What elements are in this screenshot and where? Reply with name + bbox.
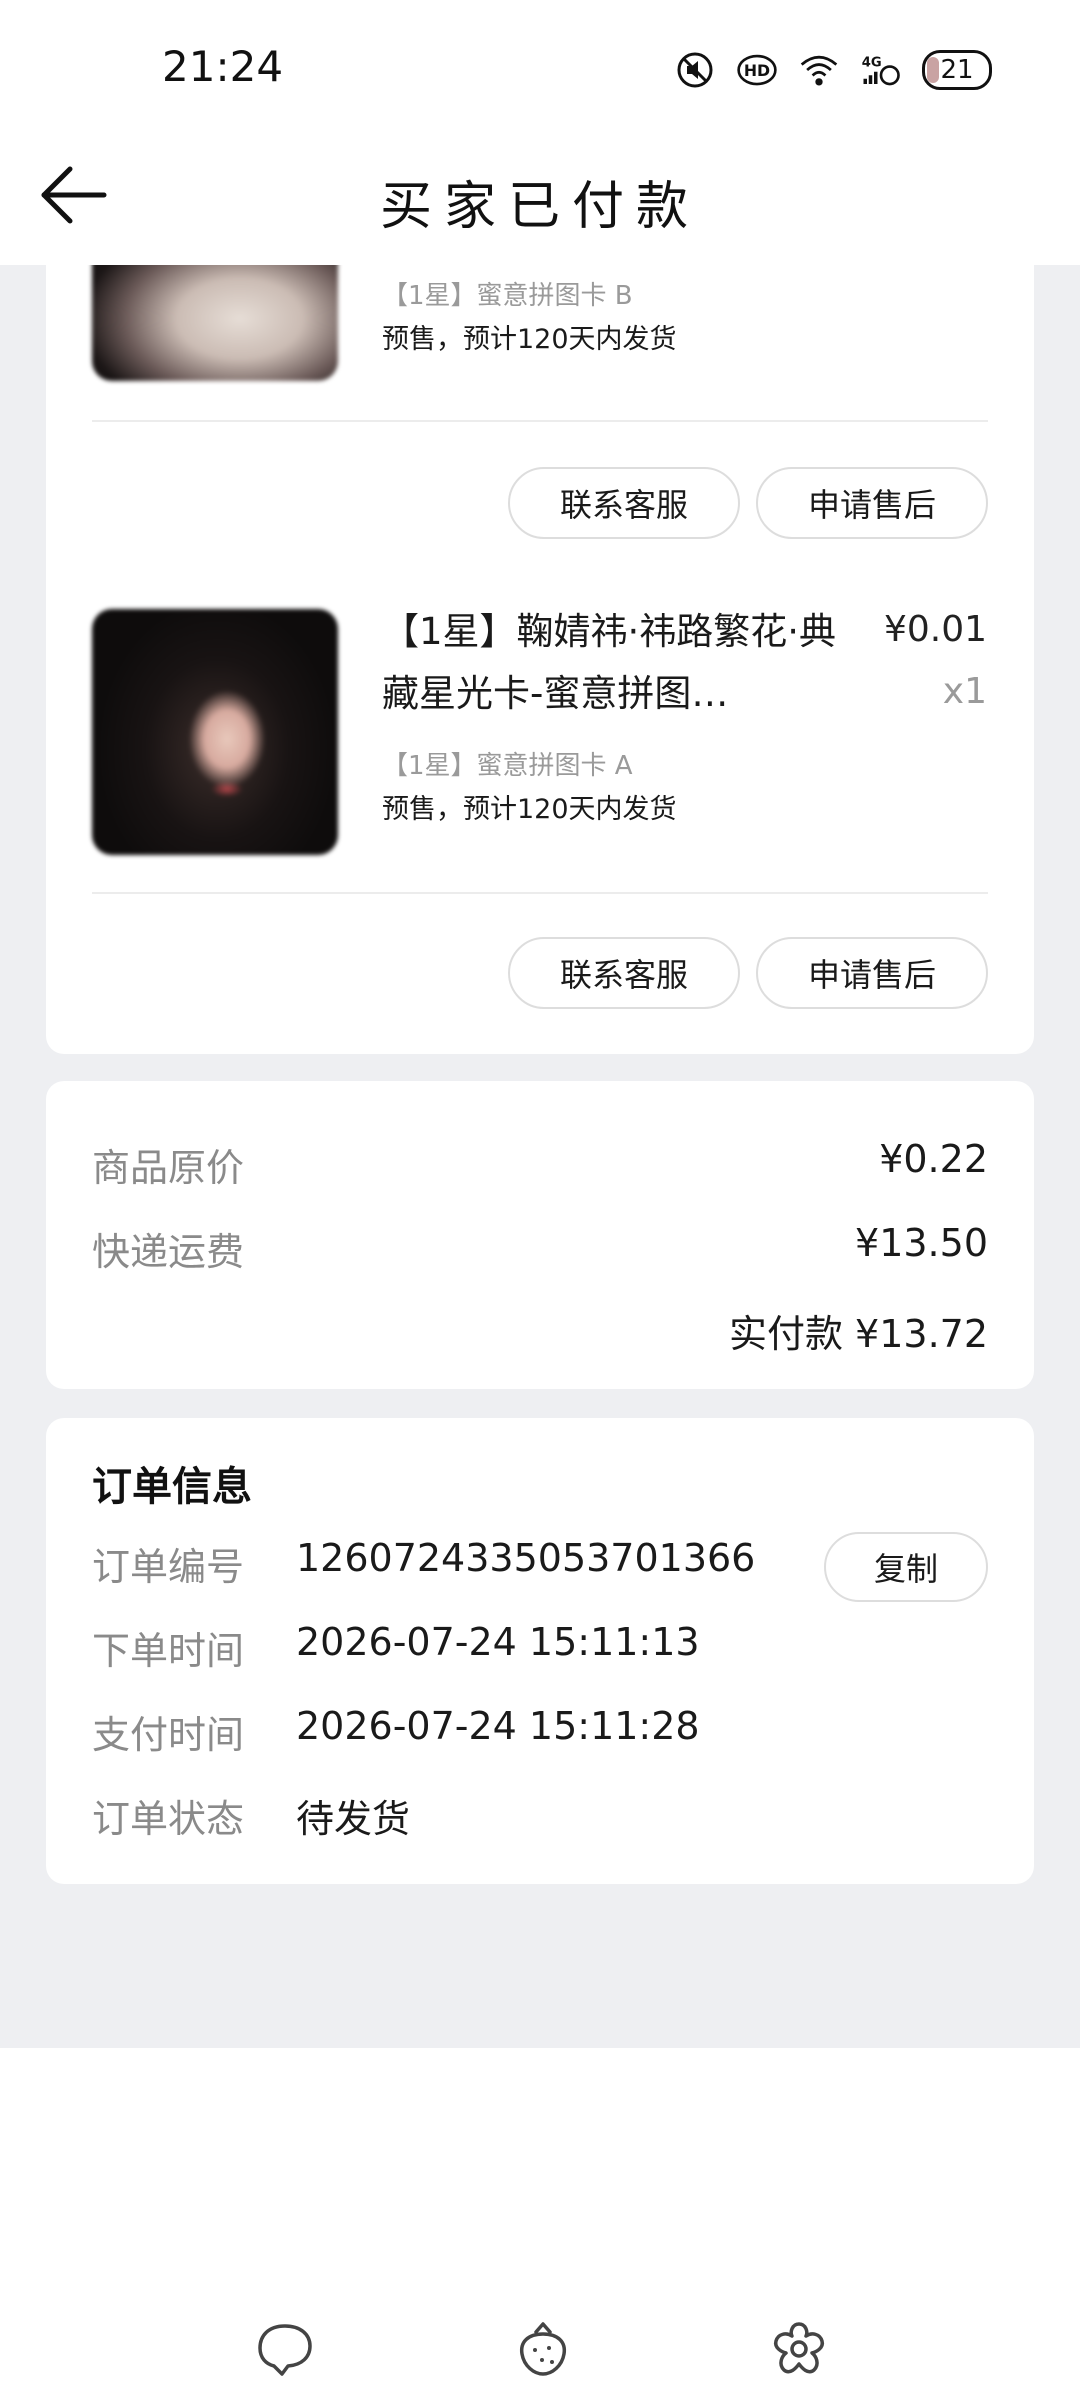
payment-time-label: 支付时间 [92,1713,245,1757]
product-title[interactable]: 【1星】鞠婧祎·祎路繁花·典藏星光卡-蜜意拼图… [382,601,842,725]
battery-indicator: 21 [922,50,992,90]
status-time: 21:24 [162,42,284,91]
product-thumbnail[interactable] [92,265,338,381]
order-time-label: 下单时间 [92,1629,245,1673]
4g-signal-icon: 4G [860,50,902,90]
price-summary-card: 商品原价 ¥0.22 快递运费 ¥13.50 实付款 ¥13.72 [46,1081,1034,1389]
order-status-value: 待发货 [296,1797,411,1841]
after-sales-button[interactable]: 申请售后 [756,937,988,1009]
svg-text:4G: 4G [862,56,882,71]
shipping-fee-label: 快递运费 [92,1230,245,1274]
product-sku: 【1星】蜜意拼图卡 A [382,751,633,781]
presale-note: 预售，预计120天内发货 [382,794,677,825]
payment-time-value: 2026-07-24 15:11:28 [296,1704,700,1748]
copy-button[interactable]: 复制 [824,1532,988,1602]
order-info-title: 订单信息 [92,1464,252,1510]
navbar: 买家已付款 [0,140,1080,265]
original-price-label: 商品原价 [92,1146,245,1190]
presale-note: 预售，预计120天内发货 [382,324,677,355]
page-title: 买家已付款 [379,177,700,237]
divider [92,420,988,422]
tab-flower[interactable] [768,2318,830,2380]
hd-icon: HD [736,50,778,90]
tab-chat[interactable] [254,2318,316,2380]
after-sales-button[interactable]: 申请售后 [756,467,988,539]
product-thumbnail[interactable] [92,609,338,855]
paid-amount: 实付款 ¥13.72 [728,1312,988,1356]
flower-icon [773,2322,825,2374]
bottom-nav [0,2048,1080,2400]
order-number-value: 1260724335053701366 [296,1536,756,1580]
product-quantity: x1 [942,671,987,712]
product-sku: 【1星】蜜意拼图卡 B [382,281,633,311]
original-price-value: ¥0.22 [879,1137,988,1181]
wifi-icon [798,50,840,90]
product-price: ¥0.01 [883,609,987,650]
svg-text:HD: HD [744,61,770,80]
divider [92,892,988,894]
status-icons: HD 4G 21 [674,50,992,90]
order-status-label: 订单状态 [92,1797,245,1841]
order-info-card: 订单信息 订单编号 1260724335053701366 复制 下单时间 20… [46,1418,1034,1884]
order-detail-content[interactable]: 【1星】蜜意拼图卡 B 预售，预计120天内发货 联系客服 申请售后 【1星】鞠… [0,265,1080,2048]
strawberry-icon [519,2322,567,2376]
contact-service-button[interactable]: 联系客服 [508,467,740,539]
order-time-value: 2026-07-24 15:11:13 [296,1620,700,1664]
tab-strawberry[interactable] [512,2318,574,2380]
contact-service-button[interactable]: 联系客服 [508,937,740,1009]
products-card: 【1星】蜜意拼图卡 B 预售，预计120天内发货 联系客服 申请售后 【1星】鞠… [46,265,1034,1054]
mute-icon [674,50,716,90]
battery-level: 21 [940,55,974,85]
order-number-label: 订单编号 [92,1545,245,1589]
chat-bubble-icon [258,2324,312,2376]
shipping-fee-value: ¥13.50 [855,1221,988,1265]
status-bar: 21:24 HD 4G 21 [0,0,1080,140]
